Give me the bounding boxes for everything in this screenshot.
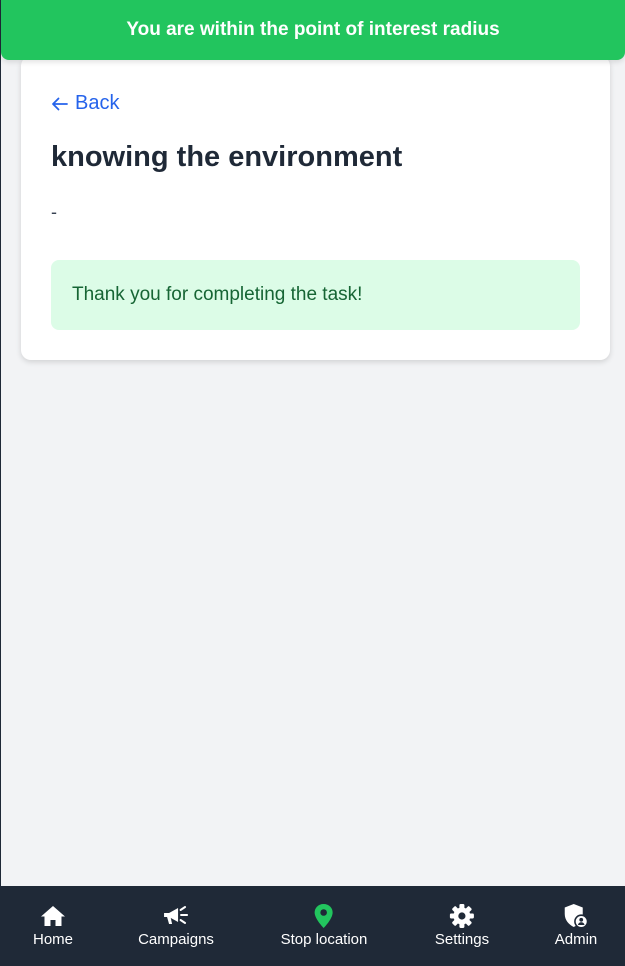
map-pin-icon bbox=[314, 903, 334, 929]
nav-label-campaigns: Campaigns bbox=[138, 931, 214, 948]
home-icon bbox=[40, 903, 66, 929]
banner-text: You are within the point of interest rad… bbox=[126, 19, 500, 40]
nav-label-home: Home bbox=[32, 931, 74, 948]
bottom-navigation: Home Campaigns Stop location Settings Ad… bbox=[0, 886, 625, 966]
shield-user-icon bbox=[563, 903, 589, 929]
location-status-banner: You are within the point of interest rad… bbox=[1, 0, 625, 60]
nav-item-settings[interactable]: Settings bbox=[435, 886, 489, 966]
arrow-left-icon bbox=[52, 97, 68, 110]
task-card: Back knowing the environment - Thank you… bbox=[21, 56, 610, 360]
back-link[interactable]: Back bbox=[51, 92, 119, 115]
left-border bbox=[0, 0, 1, 966]
success-message-box: Thank you for completing the task! bbox=[51, 260, 580, 330]
task-title: knowing the environment bbox=[51, 141, 403, 173]
nav-item-stop-location[interactable]: Stop location bbox=[280, 886, 368, 966]
nav-item-admin[interactable]: Admin bbox=[554, 886, 598, 966]
nav-item-campaigns[interactable]: Campaigns bbox=[138, 886, 214, 966]
nav-label-settings: Settings bbox=[434, 931, 490, 948]
success-message: Thank you for completing the task! bbox=[72, 284, 363, 305]
nav-label-stop-location: Stop location bbox=[280, 931, 368, 948]
nav-item-home[interactable]: Home bbox=[33, 886, 73, 966]
gear-icon bbox=[449, 903, 475, 929]
task-description: - bbox=[51, 202, 57, 222]
megaphone-icon bbox=[163, 903, 189, 929]
back-label: Back bbox=[75, 92, 120, 114]
nav-label-admin: Admin bbox=[554, 931, 598, 948]
